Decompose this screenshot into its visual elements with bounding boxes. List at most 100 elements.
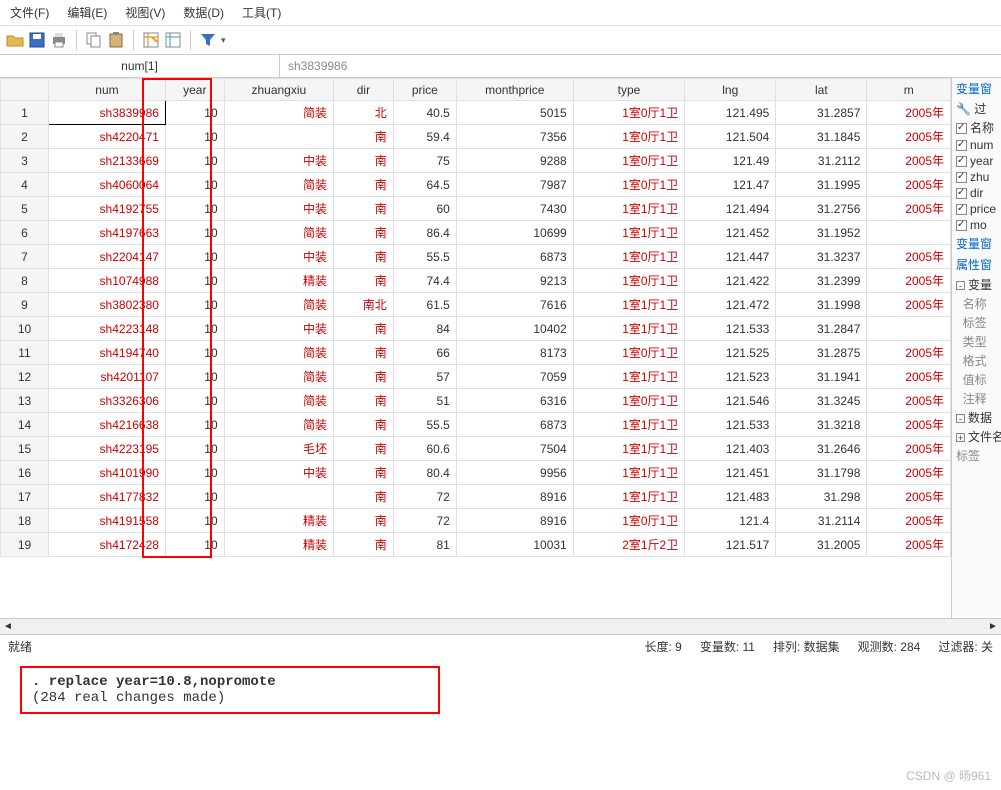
cell-m[interactable]: 2005年 [867, 485, 951, 509]
cell-dir[interactable]: 南 [334, 125, 394, 149]
cell-type[interactable]: 1室1厅1卫 [573, 461, 685, 485]
horizontal-scrollbar[interactable]: ◄ ► [0, 618, 1001, 634]
menu-data[interactable]: 数据(D) [183, 4, 224, 21]
cell-num[interactable]: sh3802380 [49, 293, 166, 317]
cell-zhuangxiu[interactable]: 中装 [224, 149, 333, 173]
cell-m[interactable]: 2005年 [867, 101, 951, 125]
cell-price[interactable]: 40.5 [393, 101, 456, 125]
cell-num[interactable]: sh4216638 [49, 413, 166, 437]
cell-year[interactable]: 10 [165, 125, 224, 149]
menu-tools[interactable]: 工具(T) [242, 4, 281, 21]
cell-lat[interactable]: 31.298 [776, 485, 867, 509]
cell-dir[interactable]: 南 [334, 461, 394, 485]
cell-lng[interactable]: 121.451 [685, 461, 776, 485]
cell-monthprice[interactable]: 6873 [456, 413, 573, 437]
cell-lng[interactable]: 121.483 [685, 485, 776, 509]
cell-reference[interactable]: num[1] [0, 55, 280, 77]
cell-price[interactable]: 66 [393, 341, 456, 365]
data-node[interactable]: -数据 [952, 408, 1001, 427]
cell-m[interactable]: 2005年 [867, 173, 951, 197]
cell-year[interactable]: 10 [165, 413, 224, 437]
cell-lng[interactable]: 121.472 [685, 293, 776, 317]
cell-num[interactable]: sh4223195 [49, 437, 166, 461]
cell-monthprice[interactable]: 9956 [456, 461, 573, 485]
cell-zhuangxiu[interactable]: 简装 [224, 341, 333, 365]
cell-dir[interactable]: 北 [334, 101, 394, 125]
cell-type[interactable]: 1室1厅1卫 [573, 485, 685, 509]
var-check-名称[interactable]: 名称 [952, 118, 1001, 137]
cell-year[interactable]: 10 [165, 341, 224, 365]
cell-zhuangxiu[interactable]: 中装 [224, 245, 333, 269]
save-icon[interactable] [28, 31, 46, 49]
row-number[interactable]: 6 [1, 221, 49, 245]
cell-lat[interactable]: 31.1998 [776, 293, 867, 317]
cell-lng[interactable]: 121.4 [685, 509, 776, 533]
cell-lat[interactable]: 31.2646 [776, 437, 867, 461]
cell-lng[interactable]: 121.447 [685, 245, 776, 269]
cell-dir[interactable]: 南 [334, 413, 394, 437]
cell-lat[interactable]: 31.2114 [776, 509, 867, 533]
cell-price[interactable]: 60 [393, 197, 456, 221]
cell-type[interactable]: 1室1厅1卫 [573, 221, 685, 245]
cell-lat[interactable]: 31.3245 [776, 389, 867, 413]
cell-lng[interactable]: 121.517 [685, 533, 776, 557]
cell-dir[interactable]: 南 [334, 437, 394, 461]
row-number[interactable]: 3 [1, 149, 49, 173]
cell-num[interactable]: sh3839986 [49, 101, 166, 125]
cell-year[interactable]: 10 [165, 149, 224, 173]
cell-num[interactable]: sh4192755 [49, 197, 166, 221]
cell-price[interactable]: 74.4 [393, 269, 456, 293]
menu-edit[interactable]: 编辑(E) [67, 4, 107, 21]
cell-lat[interactable]: 31.3237 [776, 245, 867, 269]
cell-type[interactable]: 1室0厅1卫 [573, 389, 685, 413]
cell-price[interactable]: 86.4 [393, 221, 456, 245]
cell-m[interactable]: 2005年 [867, 413, 951, 437]
data-editor-icon[interactable] [142, 31, 160, 49]
col-header-dir[interactable]: dir [334, 79, 394, 101]
cell-lng[interactable]: 121.47 [685, 173, 776, 197]
row-number[interactable]: 7 [1, 245, 49, 269]
row-number[interactable]: 10 [1, 317, 49, 341]
cell-price[interactable]: 72 [393, 485, 456, 509]
cell-type[interactable]: 1室0厅1卫 [573, 245, 685, 269]
cell-monthprice[interactable]: 7356 [456, 125, 573, 149]
var-check-dir[interactable]: dir [952, 185, 1001, 201]
cell-monthprice[interactable]: 6873 [456, 245, 573, 269]
cell-num[interactable]: sh4197663 [49, 221, 166, 245]
cell-m[interactable]: 2005年 [867, 533, 951, 557]
cell-dir[interactable]: 南 [334, 245, 394, 269]
cell-zhuangxiu[interactable]: 中装 [224, 461, 333, 485]
cell-m[interactable]: 2005年 [867, 365, 951, 389]
cell-m[interactable]: 2005年 [867, 197, 951, 221]
cell-lat[interactable]: 31.1798 [776, 461, 867, 485]
cell-year[interactable]: 10 [165, 485, 224, 509]
cell-dir[interactable]: 南 [334, 365, 394, 389]
cell-lng[interactable]: 121.452 [685, 221, 776, 245]
cell-year[interactable]: 10 [165, 173, 224, 197]
cell-zhuangxiu[interactable]: 简装 [224, 173, 333, 197]
cell-zhuangxiu[interactable]: 简装 [224, 221, 333, 245]
cell-dir[interactable]: 南北 [334, 293, 394, 317]
cell-dir[interactable]: 南 [334, 341, 394, 365]
cell-lng[interactable]: 121.422 [685, 269, 776, 293]
data-grid[interactable]: numyearzhuangxiudirpricemonthpricetypeln… [0, 78, 951, 618]
cell-type[interactable]: 1室0厅1卫 [573, 509, 685, 533]
cell-num[interactable]: sh4060064 [49, 173, 166, 197]
cell-monthprice[interactable]: 6316 [456, 389, 573, 413]
cell-year[interactable]: 10 [165, 509, 224, 533]
col-header-monthprice[interactable]: monthprice [456, 79, 573, 101]
menu-view[interactable]: 视图(V) [125, 4, 165, 21]
cell-zhuangxiu[interactable] [224, 485, 333, 509]
cell-m[interactable] [867, 221, 951, 245]
cell-m[interactable]: 2005年 [867, 269, 951, 293]
cell-lng[interactable]: 121.533 [685, 413, 776, 437]
cell-num[interactable]: sh3326306 [49, 389, 166, 413]
cell-price[interactable]: 51 [393, 389, 456, 413]
cell-type[interactable]: 1室1厅1卫 [573, 365, 685, 389]
cell-m[interactable]: 2005年 [867, 149, 951, 173]
cell-m[interactable]: 2005年 [867, 437, 951, 461]
cell-monthprice[interactable]: 5015 [456, 101, 573, 125]
scroll-left-icon[interactable]: ◄ [0, 621, 16, 632]
cell-zhuangxiu[interactable]: 精装 [224, 509, 333, 533]
cell-year[interactable]: 10 [165, 293, 224, 317]
